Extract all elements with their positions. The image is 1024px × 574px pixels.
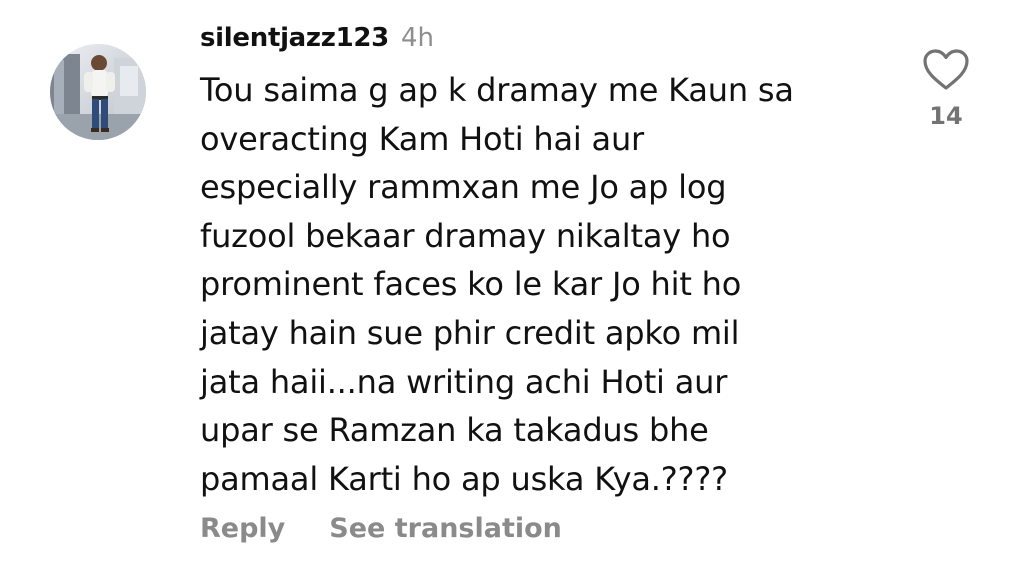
comment-line: pamaal Karti ho ap uska Kya.???? — [200, 459, 728, 498]
comment-line: fuzool bekaar dramay nikaltay ho — [200, 216, 731, 255]
comment-line: prominent faces ko le kar Jo hit ho — [200, 265, 742, 304]
comment-line: jata haii...na writing achi Hoti aur — [200, 362, 728, 401]
comment-line: jatay hain sue phir credit apko mil — [200, 313, 740, 352]
avatar[interactable] — [50, 44, 146, 140]
see-translation-button[interactable]: See translation — [329, 513, 562, 544]
comment-line: Tou saima g ap k dramay me Kaun sa — [200, 71, 794, 109]
like-count: 14 — [929, 102, 963, 130]
comment-actions: Reply See translation — [200, 508, 562, 548]
reply-button[interactable]: Reply — [200, 513, 285, 544]
timestamp: 4h — [400, 23, 434, 53]
comment-line: overacting Kam Hoti hai aur — [200, 119, 644, 158]
comment-line: upar se Ramzan ka takadus bhe — [200, 411, 709, 450]
like-control: 14 — [916, 48, 976, 144]
avatar-image — [50, 44, 146, 140]
comment-header: silentjazz123 4h — [200, 18, 434, 58]
comment: silentjazz123 4h Tou saima g ap k dramay… — [0, 0, 1024, 574]
comment-line: especially rammxan me Jo ap log — [200, 168, 727, 207]
comment-text: Tou saima g ap k dramay me Kaun sa overa… — [200, 66, 900, 503]
heart-outline-icon[interactable] — [922, 48, 970, 92]
username[interactable]: silentjazz123 — [200, 23, 389, 53]
